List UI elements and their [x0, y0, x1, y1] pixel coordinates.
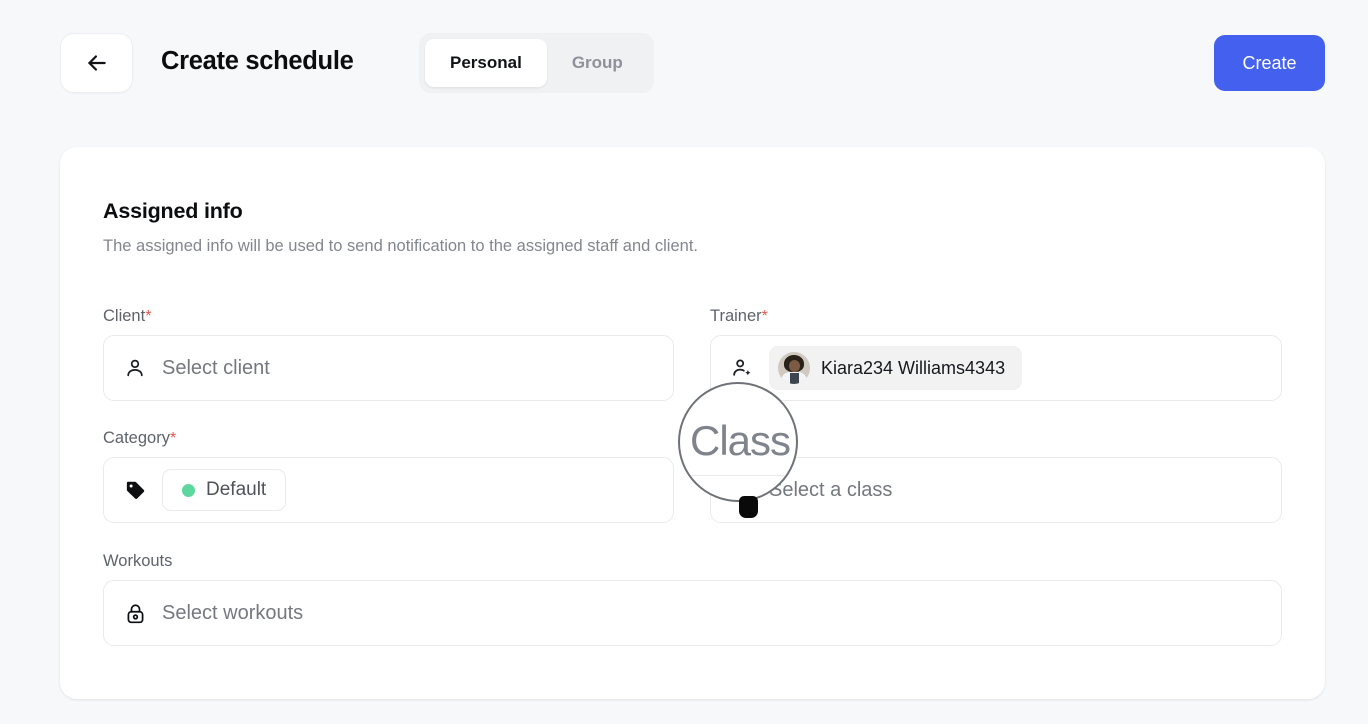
- section-subtitle: The assigned info will be used to send n…: [103, 237, 698, 255]
- tab-group[interactable]: Group: [547, 39, 648, 87]
- client-input[interactable]: Select client: [103, 335, 674, 401]
- person-add-icon: [729, 355, 755, 381]
- workouts-input[interactable]: Select workouts: [103, 580, 1282, 646]
- required-asterisk: *: [169, 430, 177, 447]
- trainer-input[interactable]: Kiara234 Williams4343: [710, 335, 1282, 401]
- arrow-left-icon: [84, 50, 110, 76]
- field-workouts: Workouts Select workouts: [103, 552, 1282, 646]
- back-button[interactable]: [60, 33, 133, 93]
- field-client: Client* Select client: [103, 307, 674, 401]
- client-label: Client*: [103, 307, 152, 325]
- magnifier-lens: Class: [678, 382, 798, 502]
- required-asterisk: *: [145, 308, 152, 325]
- category-chip-label: Default: [206, 479, 267, 500]
- top-bar: Create schedule Personal Group Create: [0, 0, 1368, 126]
- lock-icon: [122, 600, 148, 626]
- page-title: Create schedule: [161, 47, 354, 75]
- workouts-label: Workouts: [103, 552, 173, 570]
- trainer-label: Trainer*: [710, 307, 768, 325]
- client-placeholder: Select client: [162, 356, 270, 379]
- schedule-type-tabs: Personal Group: [419, 33, 654, 93]
- trainer-chip-label: Kiara234 Williams4343: [821, 357, 1006, 378]
- tag-icon: [122, 477, 148, 503]
- category-chip[interactable]: Default: [162, 469, 287, 511]
- trainer-chip[interactable]: Kiara234 Williams4343: [769, 346, 1023, 390]
- section-title: Assigned info: [103, 199, 243, 223]
- field-category: Category* Default: [103, 429, 674, 523]
- class-input[interactable]: Select a class: [710, 457, 1282, 523]
- tab-personal[interactable]: Personal: [425, 39, 547, 87]
- required-asterisk: *: [761, 308, 768, 325]
- category-label: Category*: [103, 429, 177, 447]
- field-trainer: Trainer* Kiara234 Williams4343: [710, 307, 1282, 401]
- category-input[interactable]: Default: [103, 457, 674, 523]
- trainer-avatar: [778, 352, 810, 384]
- category-color-dot: [182, 483, 195, 497]
- pointer-cursor: [739, 496, 758, 518]
- person-icon: [122, 355, 148, 381]
- class-placeholder: Select a class: [769, 478, 893, 501]
- magnifier-text: Class: [689, 417, 791, 464]
- create-button[interactable]: Create: [1214, 35, 1325, 91]
- workouts-placeholder: Select workouts: [162, 601, 304, 624]
- magnifier-divider: [680, 475, 796, 476]
